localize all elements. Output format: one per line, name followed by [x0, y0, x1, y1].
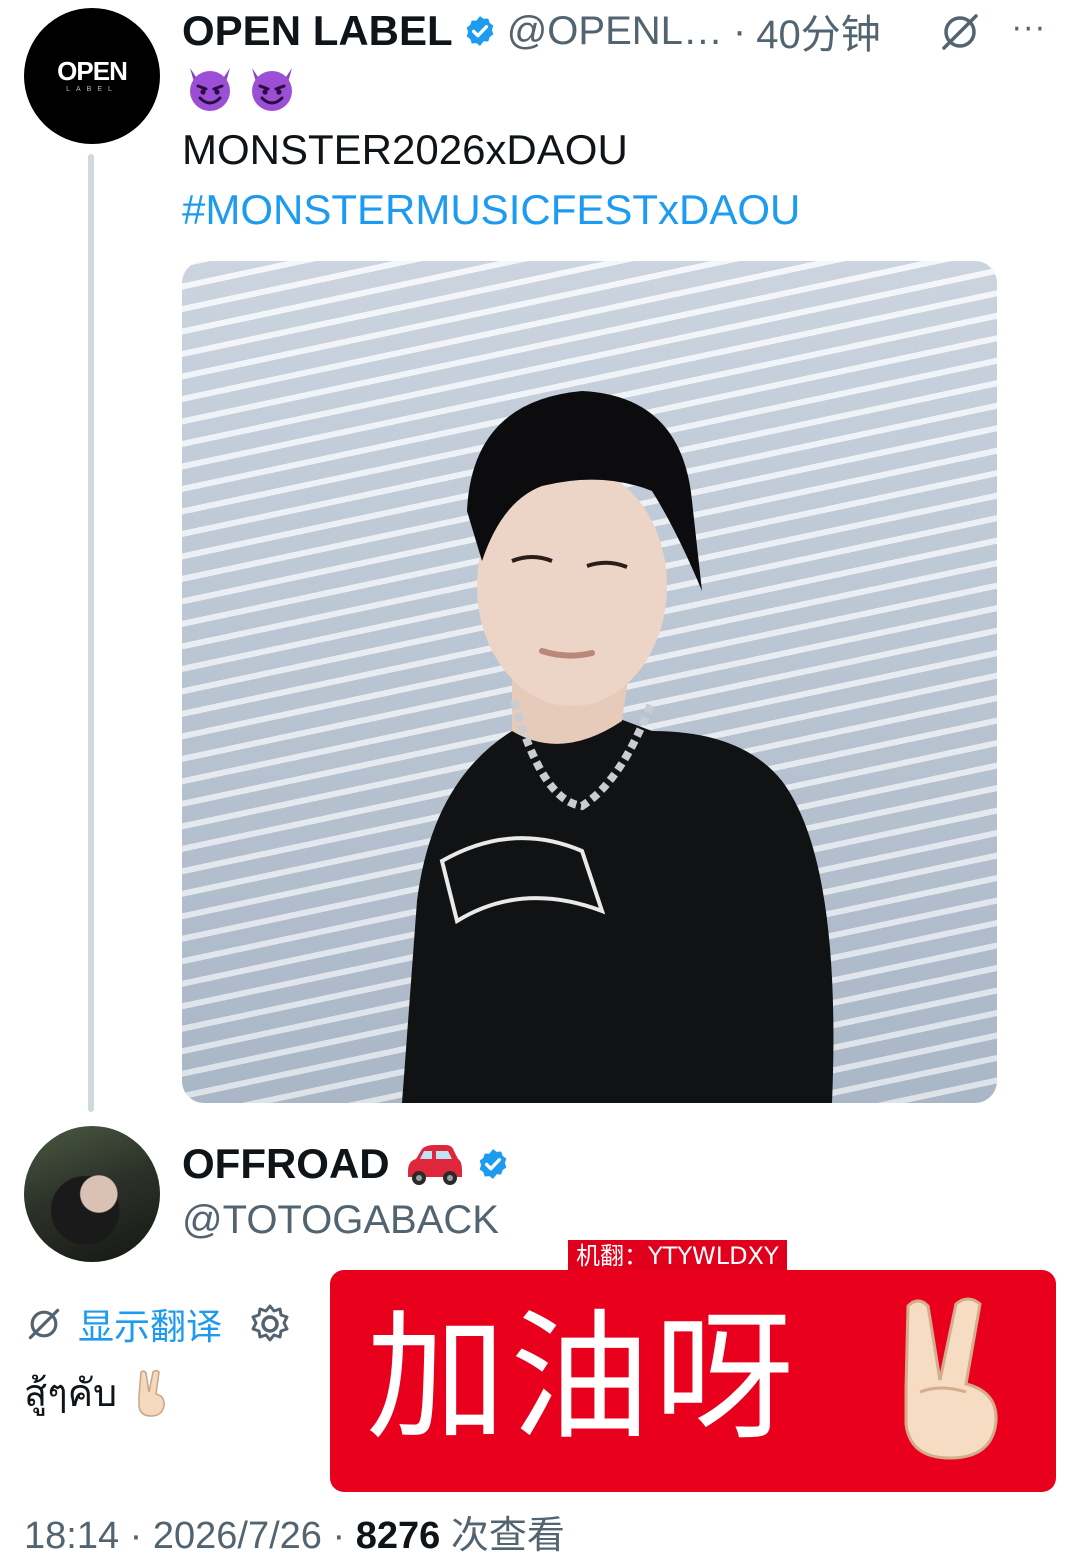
translate-row: 显示翻译	[24, 1298, 292, 1350]
reply-author-handle[interactable]: @TOTOGABACK	[182, 1198, 499, 1243]
hashtag-link[interactable]: #MONSTERMUSICFESTxDAOU	[182, 186, 800, 234]
show-translation-link[interactable]: 显示翻译	[78, 1298, 222, 1350]
red-car-icon	[407, 1145, 462, 1185]
more-icon[interactable]: ···	[1012, 15, 1052, 45]
devil-emoji-row	[184, 62, 298, 114]
tweet-header: OPEN LABEL @OPENL… · 40分钟	[182, 6, 881, 57]
verified-badge-icon	[479, 1149, 506, 1179]
post-photo[interactable]	[182, 261, 997, 1103]
victory-hand-icon	[138, 1369, 165, 1417]
reply-author-row: OFFROAD	[182, 1140, 510, 1188]
footer-sep: ·	[119, 1515, 153, 1557]
post-footer: 18:14 · 2026/7/26 · 8276 次查看	[24, 1504, 565, 1559]
footer-sep: ·	[321, 1515, 356, 1557]
victory-hand-icon	[904, 1297, 998, 1460]
smiling-face-with-horns-icon	[252, 68, 292, 111]
avatar-logo-text: OPEN	[57, 56, 128, 86]
avatar-offroad[interactable]	[24, 1126, 160, 1262]
view-count: 8276	[355, 1515, 441, 1557]
machine-translation-tag: 机翻：YTYWLDXY	[568, 1240, 787, 1272]
overlay-caption: 加油呀	[366, 1297, 799, 1460]
grok-slash-icon[interactable]	[938, 10, 982, 54]
reply-text-content: สู้ๆคับ	[24, 1371, 118, 1415]
footer-date[interactable]: 2026/7/26	[153, 1515, 322, 1557]
portrait-illustration	[402, 391, 834, 1103]
grok-slash-icon	[28, 1308, 60, 1340]
verified-badge-icon	[466, 16, 494, 46]
author-handle[interactable]: @OPENL…	[507, 9, 723, 54]
footer-time[interactable]: 18:14	[24, 1515, 119, 1557]
meta-separator: ·	[732, 8, 747, 53]
gear-icon[interactable]	[248, 1302, 292, 1346]
post-text: MONSTER2026xDAOU	[182, 126, 628, 173]
thread-connector-line	[88, 154, 94, 1112]
view-count-label: 次查看	[440, 1515, 565, 1557]
avatar-logo-subtext: LABEL	[66, 86, 118, 93]
smiling-face-with-horns-icon	[190, 68, 230, 111]
avatar-open-label[interactable]: OPEN LABEL	[24, 8, 160, 144]
reply-author-name[interactable]: OFFROAD	[182, 1140, 390, 1188]
post-time[interactable]: 40分钟	[756, 2, 881, 60]
reply-text: สู้ๆคับ	[24, 1362, 171, 1423]
author-name[interactable]: OPEN LABEL	[182, 7, 453, 55]
